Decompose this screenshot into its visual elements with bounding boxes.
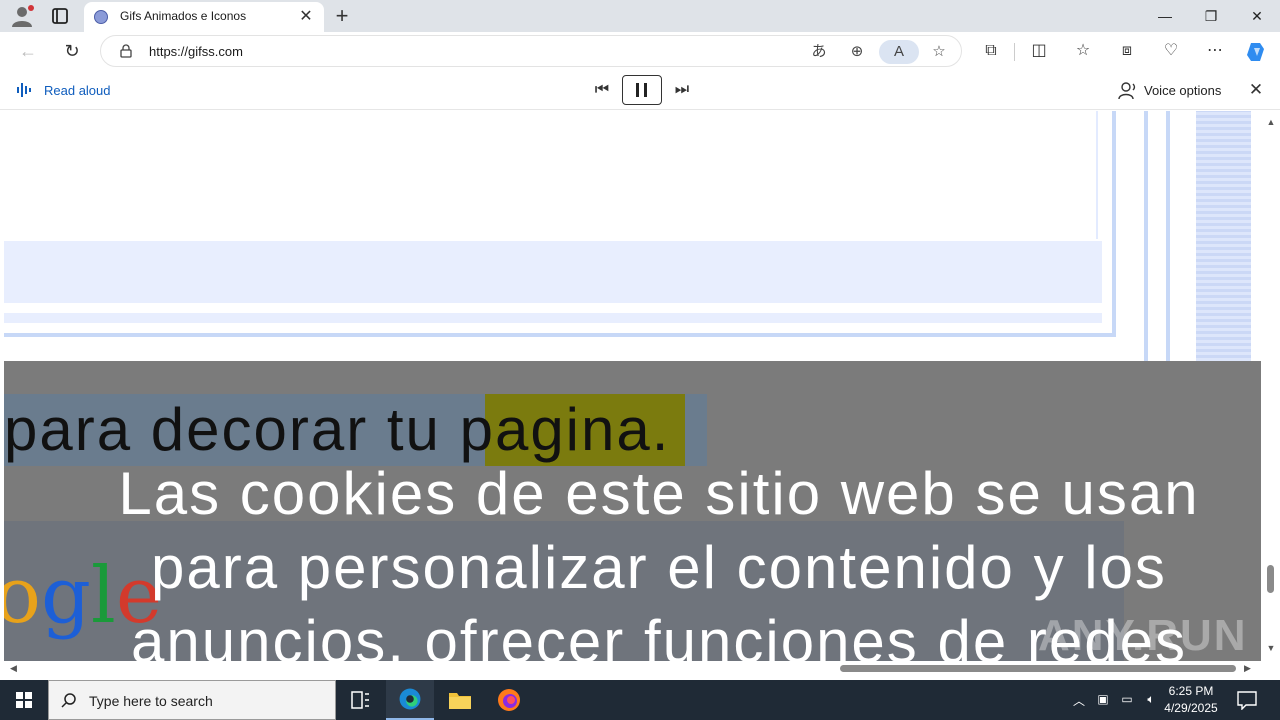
task-view-icon[interactable] bbox=[336, 680, 384, 720]
heading-text: para decorar tu bbox=[4, 396, 460, 463]
site-favicon-icon bbox=[94, 10, 108, 24]
translate-icon[interactable]: あ bbox=[805, 40, 833, 64]
search-icon bbox=[61, 693, 76, 708]
highlighted-word: pagina bbox=[459, 396, 652, 463]
edge-taskbar-icon[interactable] bbox=[386, 680, 434, 720]
collections-icon[interactable]: ⧈ bbox=[1112, 38, 1142, 64]
lock-icon[interactable] bbox=[119, 44, 133, 58]
split-screen-icon[interactable]: ◫ bbox=[1024, 38, 1054, 64]
file-explorer-icon[interactable] bbox=[436, 680, 484, 720]
favorite-star-icon[interactable]: ☆ bbox=[925, 40, 953, 64]
vertical-scrollbar[interactable]: ▲ ▼ bbox=[1261, 111, 1280, 661]
horizontal-scroll-thumb[interactable] bbox=[840, 665, 1236, 672]
window-close-button[interactable]: ✕ bbox=[1234, 0, 1280, 32]
taskbar-search-box[interactable]: Type here to search bbox=[48, 680, 336, 720]
tab-close-button[interactable]: ✕ bbox=[296, 7, 316, 27]
read-aloud-close-button[interactable]: ✕ bbox=[1244, 78, 1268, 102]
voice-options-icon[interactable] bbox=[1118, 80, 1138, 100]
windows-start-icon[interactable] bbox=[0, 680, 48, 720]
new-tab-button[interactable]: + bbox=[330, 4, 354, 28]
previous-paragraph-button[interactable]: ⏮ bbox=[588, 76, 616, 104]
zoom-icon[interactable]: ⊕ bbox=[843, 40, 871, 64]
show-hidden-icons-icon[interactable]: ︿ bbox=[1070, 692, 1088, 708]
url-text[interactable]: https://gifss.com bbox=[149, 44, 243, 59]
firefox-icon[interactable] bbox=[486, 680, 534, 720]
more-menu-icon[interactable]: ⋯ bbox=[1200, 38, 1230, 64]
pause-button[interactable] bbox=[622, 75, 662, 105]
voice-options-button[interactable]: Voice options bbox=[1144, 83, 1221, 98]
extensions-icon[interactable]: ⧉ bbox=[976, 38, 1006, 64]
notification-dot bbox=[28, 5, 34, 11]
network-icon[interactable]: ▭ bbox=[1118, 692, 1136, 708]
search-placeholder: Type here to search bbox=[89, 693, 213, 709]
read-aloud-bar: Read aloud ⏮ ⏭ Voice options ✕ bbox=[0, 70, 1280, 110]
scroll-right-arrow-icon[interactable]: ▶ bbox=[1244, 663, 1251, 674]
title-bar: Gifs Animados e Iconos ✕ + — ❐ ✕ bbox=[0, 0, 1280, 32]
restore-button[interactable]: ❐ bbox=[1188, 0, 1234, 32]
read-aloud-wave-icon bbox=[17, 83, 31, 97]
network-device-icon[interactable]: ▣ bbox=[1094, 692, 1112, 708]
frame-outline bbox=[4, 111, 1116, 337]
clock-date: 4/29/2025 bbox=[1164, 701, 1218, 715]
minimize-button[interactable]: — bbox=[1142, 0, 1188, 32]
tab-gifss[interactable]: Gifs Animados e Iconos ✕ bbox=[84, 2, 324, 32]
page-heading-line: para decorar tu pagina. bbox=[4, 394, 670, 466]
volume-icon[interactable]: 🔈︎ bbox=[1142, 692, 1160, 708]
notifications-icon[interactable] bbox=[1236, 690, 1258, 710]
read-aloud-label: Read aloud bbox=[44, 83, 111, 98]
copilot-icon[interactable] bbox=[1243, 40, 1271, 64]
address-bar-row: ← ↻ https://gifss.com あ ⊕ A ☆ ⧉ ◫ ☆ ⧈ ♡ … bbox=[0, 32, 1280, 70]
scroll-up-arrow-icon[interactable]: ▲ bbox=[1265, 117, 1277, 129]
tab-actions-icon[interactable] bbox=[48, 4, 72, 28]
taskbar: Type here to search ︿ ▣ ▭ 🔈︎ 6:25 PM 4/2… bbox=[0, 680, 1280, 720]
browser-essentials-icon[interactable]: ♡ bbox=[1156, 38, 1186, 64]
watermark: ANY.RUN bbox=[1038, 611, 1248, 660]
tab-title: Gifs Animados e Iconos bbox=[120, 9, 247, 23]
clock-time: 6:25 PM bbox=[1168, 684, 1214, 698]
vertical-scroll-thumb[interactable] bbox=[1267, 565, 1274, 593]
address-bar[interactable]: https://gifss.com あ ⊕ A ☆ bbox=[100, 35, 962, 67]
next-paragraph-button[interactable]: ⏭ bbox=[668, 76, 696, 104]
read-aloud-icon[interactable]: A bbox=[879, 40, 919, 64]
back-button[interactable]: ← bbox=[14, 38, 42, 64]
toolbar-separator bbox=[1014, 43, 1015, 61]
favorites-icon[interactable]: ☆ bbox=[1068, 38, 1098, 64]
scroll-left-arrow-icon[interactable]: ◀ bbox=[10, 663, 17, 674]
web-content: para decorar tu pagina. ogle Las cookies… bbox=[4, 111, 1261, 661]
heading-punctuation: . bbox=[651, 396, 671, 463]
scroll-down-arrow-icon[interactable]: ▼ bbox=[1265, 643, 1277, 655]
taskbar-clock[interactable]: 6:25 PM 4/29/2025 bbox=[1160, 683, 1222, 717]
horizontal-scrollbar[interactable]: ◀ ▶ bbox=[4, 661, 1261, 680]
refresh-button[interactable]: ↻ bbox=[58, 38, 86, 64]
